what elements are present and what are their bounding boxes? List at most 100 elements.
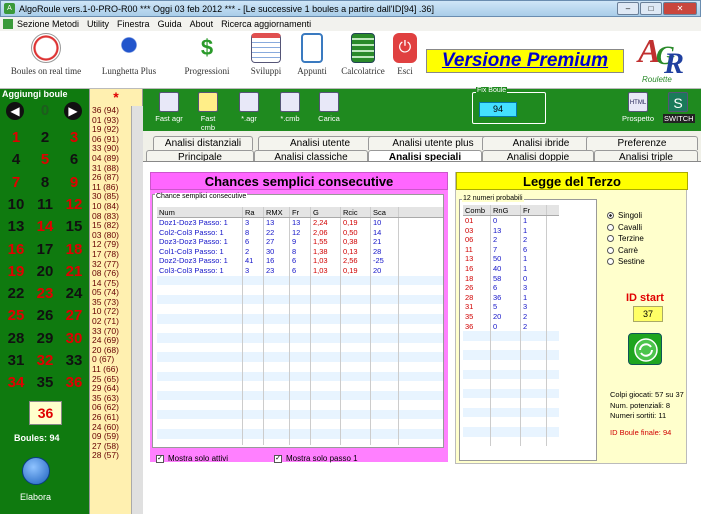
legge-table[interactable]: Comb RnG Fr 01 0 1 03 13 1 06 2 2 11 7 6 13 50 1 16 40 1 18 58… (463, 205, 559, 459)
table-row[interactable]: 11 7 6 (463, 244, 559, 255)
table-row[interactable]: 28 36 1 (463, 292, 559, 303)
table-row[interactable]: Doz1-Doz3 Passo: 1 3 13 13 2,24 0,19 10 (157, 218, 443, 228)
number-8[interactable]: 8 (31, 172, 59, 194)
table-row[interactable] (157, 409, 443, 420)
number-4[interactable]: 4 (2, 149, 30, 171)
tab-analisi-utente-plus[interactable]: Analisi utente plus (368, 136, 498, 150)
number-6[interactable]: 6 (60, 149, 88, 171)
table-row[interactable] (157, 333, 443, 343)
menu-about[interactable]: About (190, 19, 214, 29)
table-row[interactable] (463, 427, 559, 437)
tab-analisi-distanziali[interactable]: Analisi distanziali (153, 136, 253, 150)
number-5[interactable]: 5 (31, 149, 59, 171)
table-row[interactable]: 03 13 1 (463, 225, 559, 236)
number-12[interactable]: 12 (60, 194, 88, 216)
table-row[interactable] (157, 419, 443, 430)
tab-preferenze[interactable]: Preferenze (586, 136, 698, 150)
fix-boule-value[interactable]: 94 (479, 102, 517, 117)
number-35[interactable]: 35 (31, 372, 59, 394)
table-row[interactable] (463, 388, 559, 399)
table-row[interactable] (157, 275, 443, 286)
table-row[interactable] (463, 340, 559, 351)
table-row[interactable]: 36 0 2 (463, 321, 559, 332)
table-row[interactable] (157, 371, 443, 382)
number-16[interactable]: 16 (2, 239, 30, 261)
fast-cmb-button[interactable]: Fast cmb (193, 92, 223, 132)
refresh-button[interactable] (628, 333, 662, 365)
prospetto-button[interactable]: HTML Prospetto (621, 92, 655, 123)
table-row[interactable]: 16 40 1 (463, 263, 559, 274)
progressioni-button[interactable]: $ Progressioni (176, 33, 238, 76)
radio-singoli[interactable]: Singoli (607, 210, 645, 222)
elabora-button[interactable] (22, 457, 50, 485)
table-row[interactable] (157, 323, 443, 334)
table-row[interactable] (157, 313, 443, 324)
mostra-solo-passo-checkbox[interactable]: ✓ Mostra solo passo 1 (274, 454, 358, 463)
sviluppi-button[interactable]: Sviluppi (244, 33, 288, 76)
table-row[interactable] (463, 359, 559, 370)
menu-utility[interactable]: Utility (87, 19, 109, 29)
number-21[interactable]: 21 (60, 261, 88, 283)
table-row[interactable] (463, 407, 559, 418)
number-34[interactable]: 34 (2, 372, 30, 394)
number-2[interactable]: 2 (31, 127, 59, 149)
close-button[interactable]: ✕ (663, 2, 697, 15)
tab-analisi-ibride[interactable]: Analisi ibride (482, 136, 600, 150)
table-row[interactable]: 26 6 3 (463, 283, 559, 293)
minimize-button[interactable]: – (617, 2, 639, 15)
number-30[interactable]: 30 (60, 328, 88, 350)
number-29[interactable]: 29 (31, 328, 59, 350)
number-10[interactable]: 10 (2, 194, 30, 216)
history-scrollbar[interactable] (131, 106, 143, 514)
radio-cavalli[interactable]: Cavalli (607, 222, 645, 234)
table-row[interactable] (157, 381, 443, 391)
maximize-button[interactable]: □ (640, 2, 662, 15)
number-7[interactable]: 7 (2, 172, 30, 194)
number-9[interactable]: 9 (60, 172, 88, 194)
table-row[interactable] (157, 342, 443, 353)
table-row[interactable] (157, 304, 443, 314)
next-arrow-icon[interactable]: ▶ (64, 102, 82, 120)
id-start-input[interactable]: 37 (633, 306, 663, 322)
chances-table[interactable]: Num Ra RMX Fr G Rcic Sca Doz1-Doz3 Passo: 1 3 13 1… (157, 207, 443, 445)
lunghetta-plus-button[interactable]: Lunghetta Plus (94, 33, 164, 76)
table-row[interactable] (463, 417, 559, 428)
carica-button[interactable]: Carica (315, 92, 343, 123)
number-17[interactable]: 17 (31, 239, 59, 261)
table-row[interactable] (463, 379, 559, 389)
prev-arrow-icon[interactable]: ◀ (6, 102, 24, 120)
mostra-solo-attivi-checkbox[interactable]: ✓ Mostra solo attivi (156, 454, 228, 463)
table-row[interactable] (463, 350, 559, 360)
table-row[interactable]: Col2-Col3 Passo: 1 8 22 12 2,06 0,50 14 (157, 227, 443, 238)
fast-agr-button[interactable]: Fast agr (155, 92, 183, 123)
boules-real-time-button[interactable]: Boules on real time (6, 33, 86, 76)
appunti-button[interactable]: Appunti (292, 33, 332, 76)
number-0[interactable]: 0 (34, 102, 56, 120)
menu-guida[interactable]: Guida (158, 19, 182, 29)
radio-sestine[interactable]: Sestine (607, 256, 645, 268)
number-31[interactable]: 31 (2, 350, 30, 372)
table-row[interactable]: Col3-Col3 Passo: 1 3 23 6 1,03 0,19 20 (157, 265, 443, 276)
number-20[interactable]: 20 (31, 261, 59, 283)
table-row[interactable] (157, 352, 443, 362)
number-13[interactable]: 13 (2, 216, 30, 238)
menu-finestra[interactable]: Finestra (117, 19, 150, 29)
number-36[interactable]: 36 (60, 372, 88, 394)
number-18[interactable]: 18 (60, 239, 88, 261)
table-row[interactable]: Doz2-Doz3 Passo: 1 41 16 6 1,03 2,56 -25 (157, 256, 443, 266)
esci-button[interactable]: ⏻ Esci (392, 33, 418, 76)
number-19[interactable]: 19 (2, 261, 30, 283)
radio-carrè[interactable]: Carrè (607, 245, 645, 257)
table-row[interactable] (463, 369, 559, 380)
number-24[interactable]: 24 (60, 283, 88, 305)
number-33[interactable]: 33 (60, 350, 88, 372)
table-row[interactable]: 31 5 3 (463, 302, 559, 312)
table-row[interactable]: 13 50 1 (463, 254, 559, 264)
number-28[interactable]: 28 (2, 328, 30, 350)
table-row[interactable] (157, 390, 443, 401)
table-row[interactable]: Doz3-Doz3 Passo: 1 6 27 9 1,55 0,38 21 (157, 237, 443, 247)
number-25[interactable]: 25 (2, 305, 30, 327)
number-11[interactable]: 11 (31, 194, 59, 216)
table-row[interactable]: 06 2 2 (463, 235, 559, 245)
number-27[interactable]: 27 (60, 305, 88, 327)
